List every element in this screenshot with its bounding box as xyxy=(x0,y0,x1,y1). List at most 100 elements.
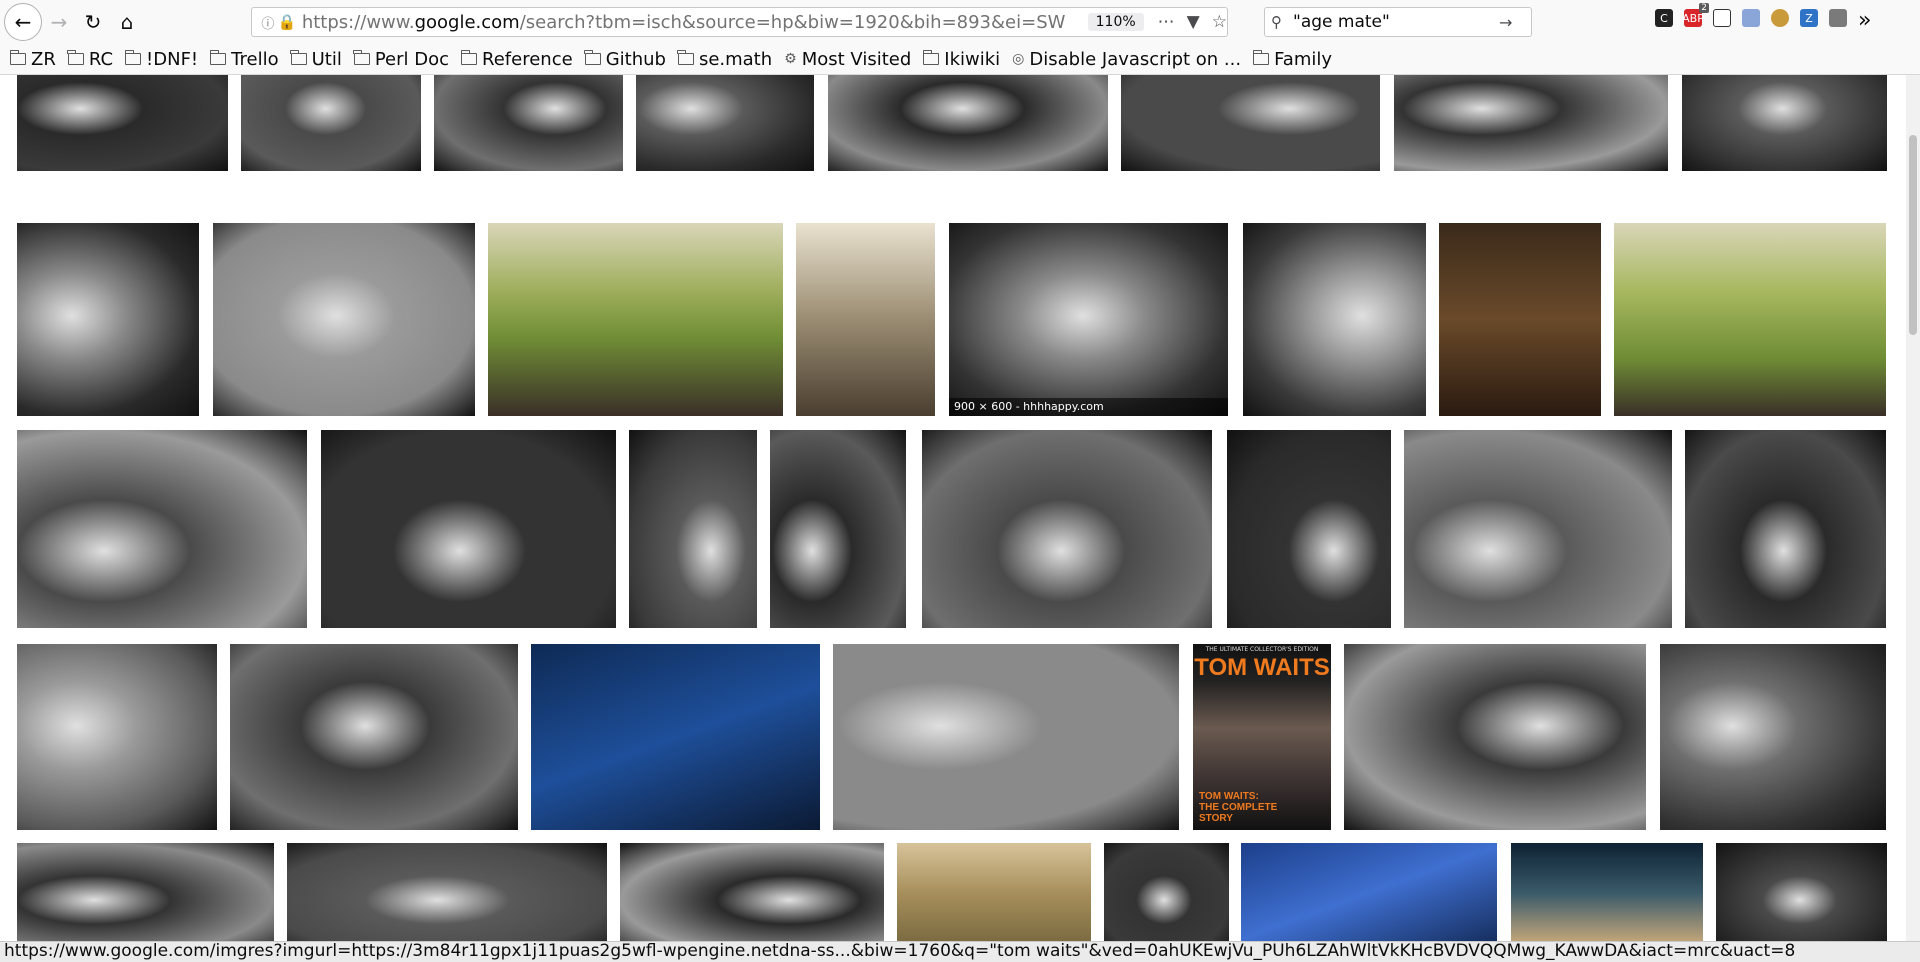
bookmark-item[interactable]: Ikiwiki xyxy=(922,48,1001,70)
magazine-title: TOM WAITS xyxy=(1194,654,1330,681)
image-result-thumbnail[interactable] xyxy=(1716,843,1887,943)
sidebar-icon[interactable] xyxy=(1713,9,1731,27)
image-result-thumbnail[interactable] xyxy=(1511,843,1703,943)
bookmark-item[interactable]: Perl Doc xyxy=(353,48,450,70)
image-result-thumbnail[interactable] xyxy=(213,223,475,416)
bookmark-label: Perl Doc xyxy=(374,48,450,70)
image-result-thumbnail[interactable] xyxy=(620,843,884,943)
image-result-thumbnail[interactable] xyxy=(1241,843,1497,943)
image-result-thumbnail[interactable] xyxy=(434,75,623,171)
home-icon: ⌂ xyxy=(120,10,134,34)
image-result-thumbnail[interactable] xyxy=(17,430,307,628)
image-result-thumbnail[interactable] xyxy=(1404,430,1672,628)
folder-icon xyxy=(290,50,307,65)
image-result-thumbnail[interactable] xyxy=(828,75,1108,171)
reload-button[interactable]: ↻ xyxy=(76,5,110,39)
image-result-thumbnail[interactable] xyxy=(230,644,518,830)
image-result-thumbnail[interactable] xyxy=(833,644,1179,830)
search-go-arrow-icon[interactable]: → xyxy=(1499,13,1512,32)
extension-c-icon[interactable]: C xyxy=(1655,9,1673,27)
arrow-right-icon: → xyxy=(50,10,68,34)
image-result-thumbnail[interactable] xyxy=(17,843,274,943)
forward-button[interactable]: → xyxy=(42,5,76,39)
more-actions-icon[interactable]: ⋯ xyxy=(1158,12,1175,32)
greasemonkey-icon[interactable] xyxy=(1771,9,1789,27)
pocket-icon[interactable]: ▼ xyxy=(1187,12,1200,32)
bookmark-item[interactable]: !DNF! xyxy=(124,49,198,70)
bookmark-item[interactable]: Trello xyxy=(209,49,279,70)
image-result-thumbnail[interactable] xyxy=(321,430,616,628)
bookmark-item[interactable]: ZR xyxy=(9,48,56,70)
image-result-thumbnail[interactable] xyxy=(1121,75,1380,171)
bookmark-star-icon[interactable]: ☆ xyxy=(1212,12,1227,32)
search-input[interactable] xyxy=(1293,12,1493,32)
bookmark-label: Disable Javascript on ... xyxy=(1029,48,1242,70)
image-result-thumbnail[interactable] xyxy=(1439,223,1601,416)
bookmark-item[interactable]: ⚙ Most Visited xyxy=(784,49,911,70)
image-result-thumbnail[interactable] xyxy=(241,75,421,171)
image-result-thumbnail[interactable] xyxy=(17,75,228,171)
image-result-thumbnail[interactable] xyxy=(1344,644,1646,830)
bookmark-item[interactable]: Github xyxy=(584,49,666,70)
image-result-thumbnail[interactable] xyxy=(629,430,757,628)
image-result-thumbnail[interactable] xyxy=(770,430,906,628)
search-bar[interactable]: ⚲ → xyxy=(1264,7,1532,37)
bookmark-item[interactable]: Family xyxy=(1252,48,1333,70)
bookmark-label: Ikiwiki xyxy=(944,48,1001,70)
image-result-thumbnail[interactable] xyxy=(1685,430,1886,628)
zoom-indicator[interactable]: 110% xyxy=(1087,13,1144,31)
image-result-thumbnail[interactable] xyxy=(1227,430,1391,628)
bookmark-item[interactable]: RC xyxy=(67,48,114,70)
extension-globe-icon[interactable] xyxy=(1742,9,1760,27)
folder-icon xyxy=(209,50,227,65)
image-result-thumbnail[interactable] xyxy=(1660,644,1886,830)
image-result-thumbnail[interactable] xyxy=(796,223,935,416)
image-result-thumbnail[interactable] xyxy=(287,843,607,943)
bookmark-label: ZR xyxy=(31,48,56,70)
adblock-icon[interactable]: ABP 2 xyxy=(1682,3,1709,27)
bookmark-label: Family xyxy=(1274,48,1333,70)
image-result-thumbnail[interactable] xyxy=(1104,843,1229,943)
back-button[interactable]: ← xyxy=(4,3,42,41)
scrollbar-thumb[interactable] xyxy=(1909,135,1917,335)
reload-icon: ↻ xyxy=(84,10,102,34)
image-result-thumbnail[interactable] xyxy=(1682,75,1887,171)
globe-icon: ◎ xyxy=(1012,51,1025,67)
gear-icon: ⚙ xyxy=(784,51,797,67)
folder-icon xyxy=(124,50,142,65)
overflow-menu-icon[interactable]: » xyxy=(1858,8,1871,33)
page-actions: ⋯ ▼ ☆ xyxy=(1158,12,1227,32)
bookmark-label: Reference xyxy=(482,48,573,70)
folder-icon xyxy=(922,50,940,65)
vertical-scrollbar[interactable] xyxy=(1906,75,1920,943)
url-scheme: https://www. xyxy=(301,11,415,33)
bookmarks-toolbar: ZR RC !DNF! Trello Util Perl Doc Reference Gith… xyxy=(0,44,1920,75)
bookmark-label: se.math xyxy=(698,48,773,70)
navigation-toolbar: ← → ↻ ⌂ ⓘ 🔒 https://www.google.com/searc… xyxy=(0,0,1920,44)
image-result-thumbnail[interactable] xyxy=(897,843,1091,943)
extension-gray-icon[interactable] xyxy=(1829,9,1847,27)
bookmark-item[interactable]: se.math xyxy=(677,48,773,70)
image-result-thumbnail[interactable] xyxy=(17,223,199,416)
bookmark-label: RC xyxy=(88,48,114,70)
bookmark-item[interactable]: ◎ Disable Javascript on ... xyxy=(1012,49,1241,70)
extension-z-icon[interactable]: Z xyxy=(1800,9,1818,27)
image-result-thumbnail[interactable] xyxy=(488,223,783,416)
image-result-thumbnail[interactable] xyxy=(922,430,1212,628)
image-result-thumbnail[interactable]: 900 × 600 - hhhhappy.com xyxy=(949,223,1228,416)
image-result-thumbnail[interactable]: THE ULTIMATE COLLECTOR'S EDITION TOM WAIT… xyxy=(1193,644,1331,830)
image-result-thumbnail[interactable] xyxy=(1394,75,1668,171)
info-icon[interactable]: ⓘ xyxy=(258,13,278,32)
image-result-thumbnail[interactable] xyxy=(17,644,217,830)
home-button[interactable]: ⌂ xyxy=(110,5,144,39)
bookmark-item[interactable]: Reference xyxy=(460,48,573,70)
url-text[interactable]: https://www.google.com/search?tbm=isch&s… xyxy=(302,12,1080,33)
image-result-thumbnail[interactable] xyxy=(636,75,814,171)
image-result-thumbnail[interactable] xyxy=(1243,223,1426,416)
bookmark-item[interactable]: Util xyxy=(290,49,342,70)
url-bar[interactable]: ⓘ 🔒 https://www.google.com/search?tbm=is… xyxy=(251,7,1228,37)
image-result-thumbnail[interactable] xyxy=(531,644,820,830)
lock-icon[interactable]: 🔒 xyxy=(278,13,297,31)
image-result-thumbnail[interactable] xyxy=(1614,223,1886,416)
extension-badge: 2 xyxy=(1699,3,1709,13)
